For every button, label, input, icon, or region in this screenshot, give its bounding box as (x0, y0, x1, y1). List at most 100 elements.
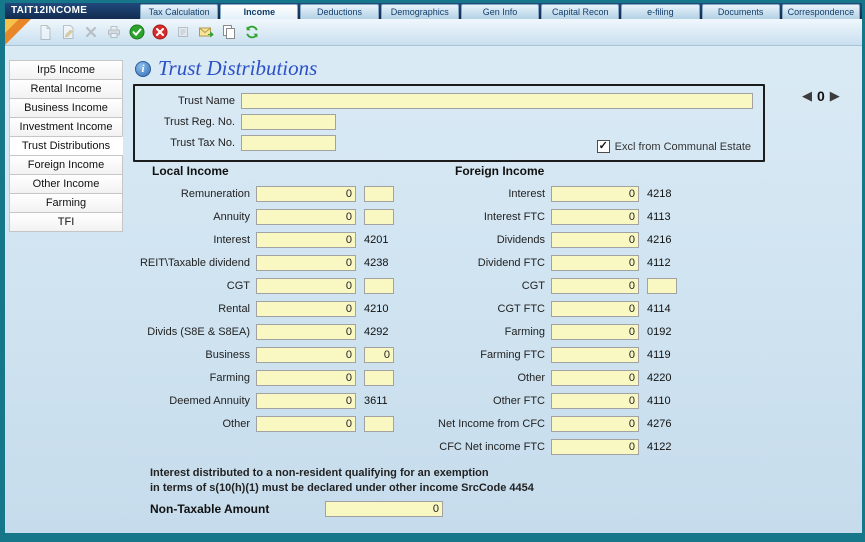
trust-name-input[interactable] (241, 93, 753, 109)
trust-reg-no-input[interactable] (241, 114, 336, 130)
foreign-farming-row: Farming 0192 (325, 324, 677, 340)
tab-income[interactable]: Income (220, 4, 298, 19)
window-title: TAIT12INCOME (11, 3, 87, 19)
foreign-cgt-label: CGT (325, 280, 551, 292)
tab-correspondence[interactable]: Correspondence (782, 4, 860, 19)
record-count: 0 (817, 88, 825, 104)
foreign-interest-input[interactable] (551, 186, 639, 202)
local-business-label: Business (13, 349, 256, 361)
foreign-farming-ftc-input[interactable] (551, 347, 639, 363)
tab-gen-info[interactable]: Gen Info (461, 4, 539, 19)
tab-bar: Tax CalculationIncomeDeductionsDemograph… (140, 4, 860, 19)
refresh-icon[interactable] (242, 22, 262, 42)
foreign-farming-input[interactable] (551, 324, 639, 340)
foreign-cfc-net-income-ftc-row: CFC Net income FTC4122 (325, 439, 677, 455)
foreign-farming-srccode: 0192 (647, 326, 671, 338)
foreign-dividends-srccode: 4216 (647, 234, 671, 246)
foreign-cgt-ftc-label: CGT FTC (325, 303, 551, 315)
foreign-dividends-input[interactable] (551, 232, 639, 248)
edit-document-icon[interactable] (58, 22, 78, 42)
foreign-other-label: Other (325, 372, 551, 384)
foreign-farming-ftc-row: Farming FTC 4119 (325, 347, 677, 363)
local-divids-s8e-s8ea-label: Divids (S8E & S8EA) (13, 326, 256, 338)
foreign-interest-label: Interest (325, 188, 551, 200)
trust-reg-row: Trust Reg. No. (143, 112, 755, 132)
trust-details-box: Trust Name Trust Reg. No. Trust Tax No. … (133, 84, 765, 162)
local-interest-label: Interest (13, 234, 256, 246)
foreign-other-ftc-input[interactable] (551, 393, 639, 409)
trust-name-label: Trust Name (143, 95, 241, 107)
foreign-interest-row: Interest 4218 (325, 186, 677, 202)
foreign-cgt-extra-input[interactable] (647, 278, 677, 294)
foreign-cgt-ftc-input[interactable] (551, 301, 639, 317)
copy-icon[interactable] (219, 22, 239, 42)
print-icon[interactable] (104, 22, 124, 42)
foreign-other-ftc-label: Other FTC (325, 395, 551, 407)
main-content: i Trust Distributions ◀ 0 ▶ Trust Name T… (5, 46, 862, 533)
foreign-farming-ftc-label: Farming FTC (325, 349, 551, 361)
foreign-net-income-from-cfc-row: Net Income from CFC 4276 (325, 416, 677, 432)
tab-deductions[interactable]: Deductions (300, 4, 378, 19)
foreign-income-rows: Interest4218Interest FTC4113Dividends421… (325, 186, 677, 455)
local-deemed-annuity-label: Deemed Annuity (13, 395, 256, 407)
validate-icon[interactable] (127, 22, 147, 42)
foreign-cfc-net-income-ftc-input[interactable] (551, 439, 639, 455)
foreign-dividend-ftc-srccode: 4112 (647, 257, 671, 269)
foreign-income-column: Foreign Income Interest 4218 Interest FTC 4… (325, 164, 677, 462)
foreign-income-title: Foreign Income (455, 164, 677, 178)
foreign-interest-srccode: 4218 (647, 188, 671, 200)
foreign-interest-ftc-input[interactable] (551, 209, 639, 225)
delete-icon[interactable] (81, 22, 101, 42)
foreign-net-income-from-cfc-label: Net Income from CFC (325, 418, 551, 430)
foreign-other-ftc-srccode: 4110 (647, 395, 671, 407)
foreign-cgt-input[interactable] (551, 278, 639, 294)
local-other-label: Other (13, 418, 256, 430)
non-taxable-input[interactable] (325, 501, 443, 517)
info-icon: i (135, 61, 151, 77)
toolbar (5, 19, 862, 46)
nonresident-note: Interest distributed to a non-resident q… (150, 466, 534, 496)
foreign-net-income-from-cfc-input[interactable] (551, 416, 639, 432)
foreign-dividends-row: Dividends4216 (325, 232, 677, 248)
excl-communal-estate-checkbox[interactable]: ✓ Excl from Communal Estate (597, 140, 751, 153)
tab-demographics[interactable]: Demographics (381, 4, 459, 19)
checkbox-icon: ✓ (597, 140, 610, 153)
foreign-other-ftc-row: Other FTC 4110 (325, 393, 677, 409)
local-rental-label: Rental (13, 303, 256, 315)
foreign-other-input[interactable] (551, 370, 639, 386)
record-navigator: ◀ 0 ▶ (802, 88, 840, 104)
local-farming-label: Farming (13, 372, 256, 384)
foreign-interest-ftc-label: Interest FTC (325, 211, 551, 223)
next-record-button[interactable]: ▶ (830, 88, 840, 104)
corner-fold-highlight (5, 19, 19, 33)
local-remuneration-label: Remuneration (13, 188, 256, 200)
foreign-farming-label: Farming (325, 326, 551, 338)
notes-icon[interactable] (173, 22, 193, 42)
tab-capital-recon[interactable]: Capital Recon (541, 4, 619, 19)
prev-record-button[interactable]: ◀ (802, 88, 812, 104)
foreign-net-income-from-cfc-srccode: 4276 (647, 418, 671, 430)
local-annuity-label: Annuity (13, 211, 256, 223)
titlebar: TAIT12INCOME Tax CalculationIncomeDeduct… (5, 3, 862, 19)
local-cgt-label: CGT (13, 280, 256, 292)
foreign-dividend-ftc-row: Dividend FTC 4112 (325, 255, 677, 271)
foreign-cgt-row: CGT (325, 278, 677, 294)
cancel-icon[interactable] (150, 22, 170, 42)
foreign-cgt-ftc-row: CGT FTC4114 (325, 301, 677, 317)
foreign-other-row: Other4220 (325, 370, 677, 386)
note-line-1: Interest distributed to a non-resident q… (150, 466, 534, 481)
tab-tax-calculation[interactable]: Tax Calculation (140, 4, 218, 19)
trust-tax-no-label: Trust Tax No. (143, 137, 241, 149)
send-email-icon[interactable] (196, 22, 216, 42)
foreign-cfc-net-income-ftc-label: CFC Net income FTC (325, 441, 551, 453)
non-taxable-row: Non-Taxable Amount (150, 502, 269, 516)
foreign-dividend-ftc-label: Dividend FTC (325, 257, 551, 269)
tab-e-filing[interactable]: e-filing (621, 4, 699, 19)
tab-documents[interactable]: Documents (702, 4, 780, 19)
foreign-farming-ftc-srccode: 4119 (647, 349, 671, 361)
trust-tax-no-input[interactable] (241, 135, 336, 151)
new-document-icon[interactable] (35, 22, 55, 42)
page-title: Trust Distributions (158, 56, 317, 81)
app-frame: TAIT12INCOME Tax CalculationIncomeDeduct… (5, 3, 862, 533)
foreign-dividend-ftc-input[interactable] (551, 255, 639, 271)
